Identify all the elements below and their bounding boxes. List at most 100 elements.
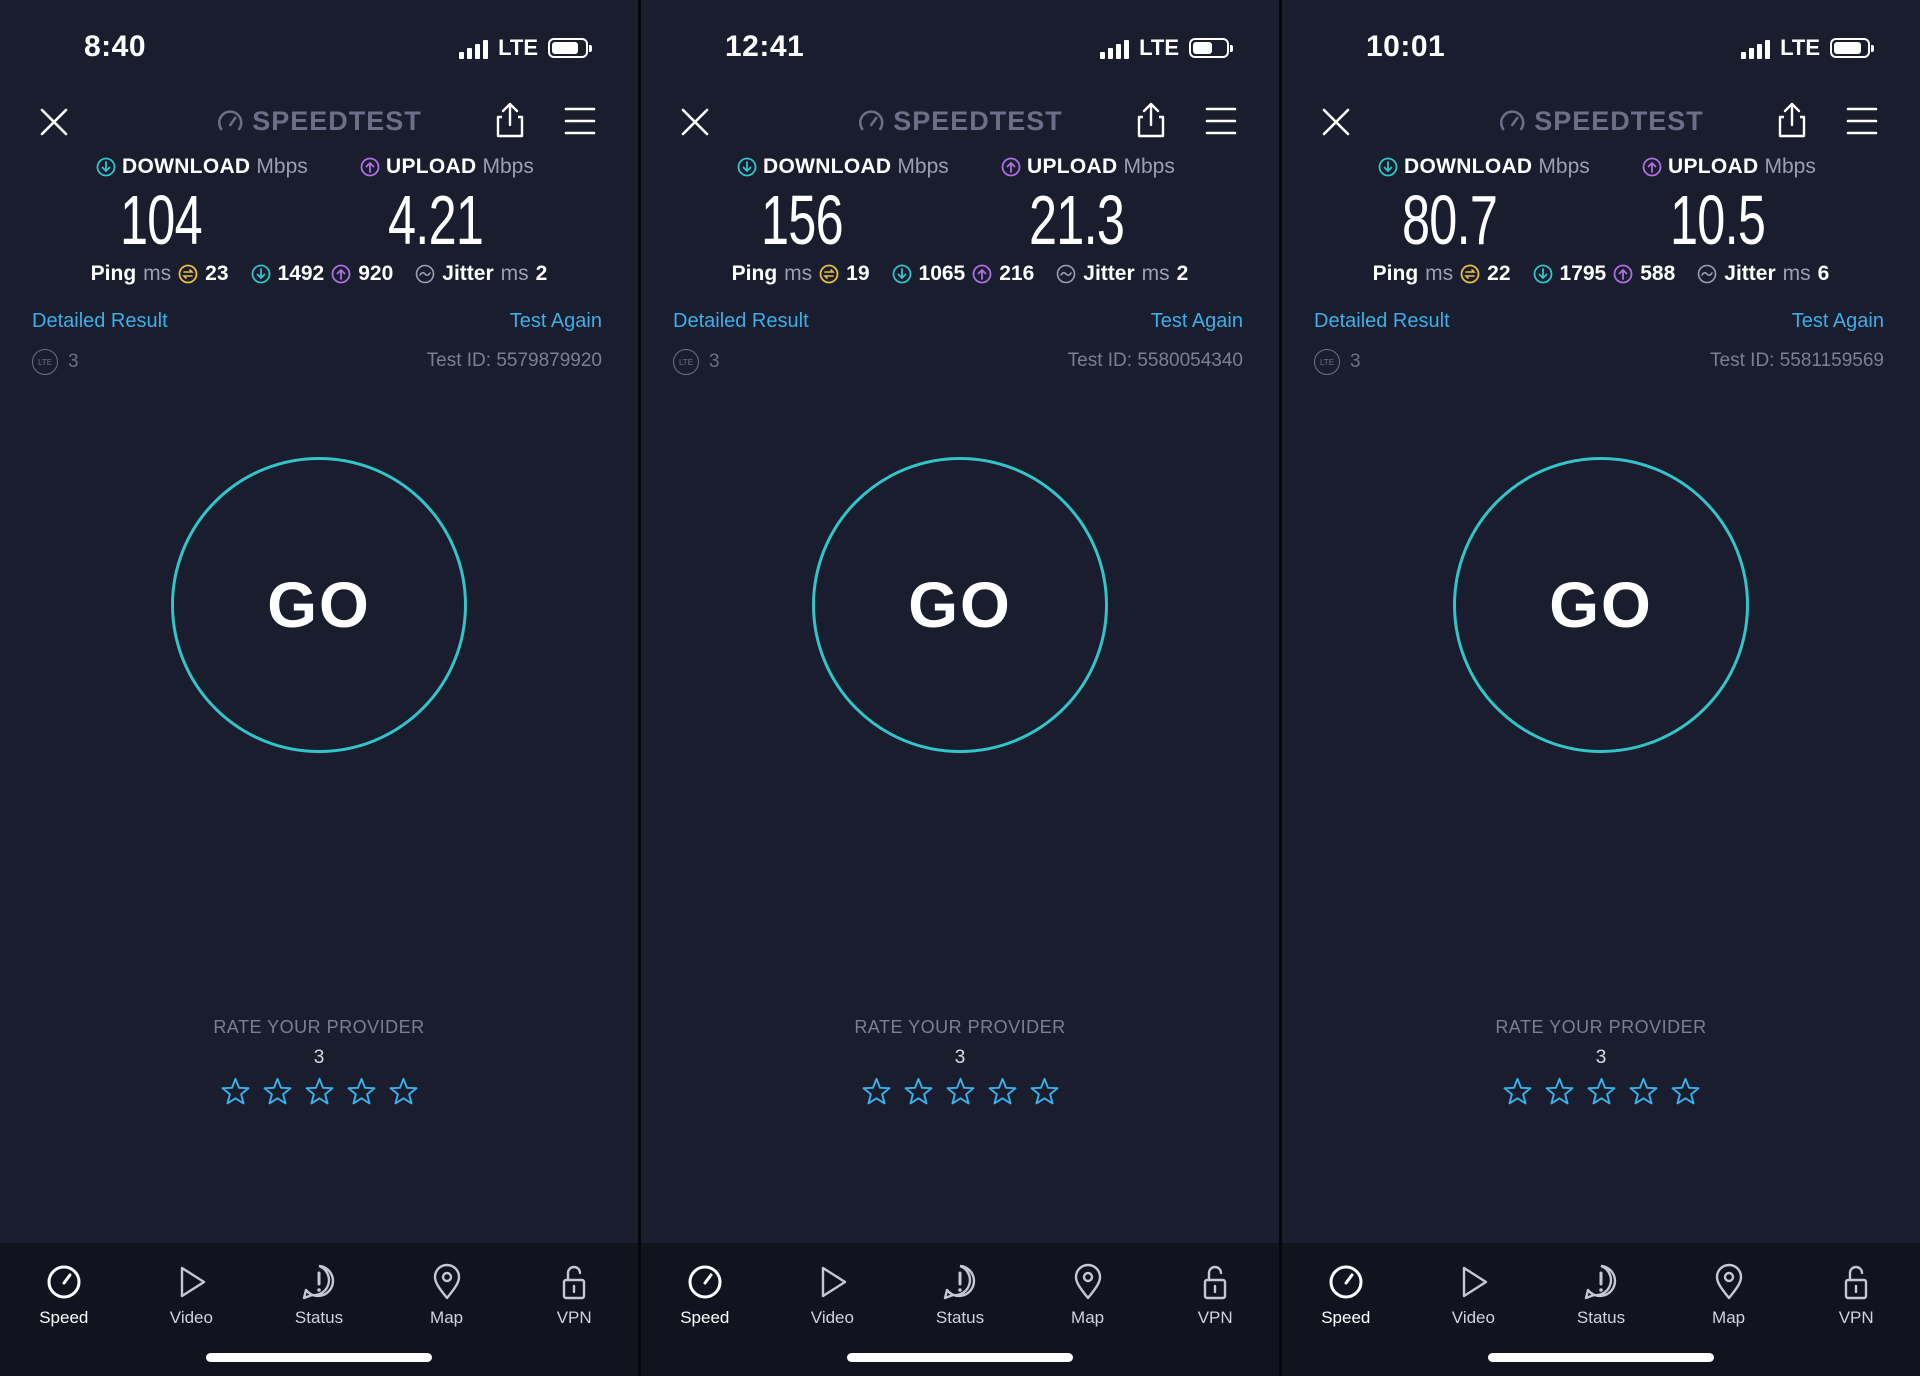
bottom-tab-bar: Speed Video Status Map VPN	[0, 1243, 638, 1376]
rate-provider-title: RATE YOUR PROVIDER	[854, 1017, 1066, 1037]
detailed-result-link[interactable]: Detailed Result	[32, 310, 168, 333]
home-indicator[interactable]	[847, 1353, 1073, 1362]
star-icon[interactable]	[1029, 1076, 1060, 1107]
home-indicator[interactable]	[1488, 1353, 1714, 1362]
jitter-value: 2	[1176, 262, 1189, 285]
star-icon[interactable]	[945, 1076, 976, 1107]
upload-icon	[1001, 157, 1021, 177]
home-indicator[interactable]	[206, 1353, 432, 1362]
star-icon[interactable]	[1670, 1076, 1701, 1107]
download-unit: Mbps	[256, 155, 308, 178]
tab-video[interactable]: Video	[777, 1263, 887, 1328]
detailed-result-link[interactable]: Detailed Result	[1314, 310, 1450, 333]
speedometer-icon	[47, 1265, 81, 1299]
test-again-link[interactable]: Test Again	[1151, 310, 1243, 333]
star-icon[interactable]	[861, 1076, 892, 1107]
test-again-link[interactable]: Test Again	[510, 310, 602, 333]
tab-map[interactable]: Map	[1674, 1263, 1784, 1328]
bottom-tab-bar: Speed Video Status Map VPN	[1282, 1243, 1920, 1376]
tab-vpn[interactable]: VPN	[1160, 1263, 1270, 1328]
share-icon[interactable]	[1133, 100, 1169, 140]
star-icon[interactable]	[1586, 1076, 1617, 1107]
tab-speed[interactable]: Speed	[9, 1263, 119, 1328]
star-icon[interactable]	[304, 1076, 335, 1107]
ping-upload-icon	[1613, 264, 1633, 284]
play-icon	[1463, 1266, 1488, 1298]
tab-vpn-label: VPN	[556, 1308, 592, 1327]
ping-icon	[178, 264, 198, 284]
phone-screen-2: 12:41 LTE SPEEDTEST DOWNLOAD Mbps UPLOAD	[641, 0, 1279, 1376]
download-header: DOWNLOAD Mbps	[737, 155, 949, 179]
tab-speed[interactable]: Speed	[650, 1263, 760, 1328]
ping-unit: ms	[1425, 262, 1454, 285]
jitter-icon	[1697, 264, 1717, 284]
rate-provider-name: 3	[954, 1047, 966, 1068]
tab-vpn-label: VPN	[1838, 1308, 1874, 1327]
tab-video-label: Video	[1451, 1308, 1495, 1327]
tab-video[interactable]: Video	[1418, 1263, 1528, 1328]
tab-status[interactable]: Status	[264, 1263, 374, 1328]
close-icon[interactable]	[677, 104, 713, 140]
tab-map[interactable]: Map	[1033, 1263, 1143, 1328]
signal-icon	[1100, 37, 1130, 59]
star-icon[interactable]	[1628, 1076, 1659, 1107]
jitter-unit: ms	[500, 262, 529, 285]
download-header: DOWNLOAD Mbps	[96, 155, 308, 179]
share-icon[interactable]	[1774, 100, 1810, 140]
ping-download-icon	[892, 264, 911, 284]
close-icon[interactable]	[1318, 104, 1354, 140]
tab-vpn[interactable]: VPN	[1801, 1263, 1911, 1328]
menu-icon[interactable]	[1844, 106, 1880, 136]
tab-status[interactable]: Status	[905, 1263, 1015, 1328]
tab-vpn[interactable]: VPN	[519, 1263, 629, 1328]
star-icon[interactable]	[987, 1076, 1018, 1107]
ping-value: 23	[205, 262, 229, 285]
test-id: Test ID: 5579879920	[426, 350, 602, 371]
ping-upload-value: 588	[1640, 262, 1676, 285]
detailed-result-link[interactable]: Detailed Result	[673, 310, 809, 333]
star-icon[interactable]	[346, 1076, 377, 1107]
jitter-value: 6	[1817, 262, 1830, 285]
menu-icon[interactable]	[1203, 106, 1239, 136]
go-button[interactable]: GO	[171, 457, 467, 753]
tab-map[interactable]: Map	[392, 1263, 502, 1328]
play-icon	[822, 1266, 847, 1298]
phone-screen-1: 8:40 LTE SPEEDTEST DOWNLOAD Mbps UPLOAD	[0, 0, 638, 1376]
tab-vpn-label: VPN	[1197, 1308, 1233, 1327]
close-icon[interactable]	[36, 104, 72, 140]
jitter-unit: ms	[1782, 262, 1811, 285]
ping-unit: ms	[784, 262, 813, 285]
upload-header: UPLOAD Mbps	[360, 155, 534, 179]
tab-status[interactable]: Status	[1546, 1263, 1656, 1328]
app-header: SPEEDTEST	[0, 100, 638, 144]
go-button[interactable]: GO	[1453, 457, 1749, 753]
star-icon[interactable]	[262, 1076, 293, 1107]
ping-unit: ms	[143, 262, 172, 285]
download-value: 80.7	[1402, 181, 1498, 259]
jitter-icon	[415, 264, 435, 284]
tab-status-label: Status	[1576, 1308, 1626, 1327]
bottom-tab-bar: Speed Video Status Map VPN	[641, 1243, 1279, 1376]
test-again-link[interactable]: Test Again	[1792, 310, 1884, 333]
star-icon[interactable]	[1544, 1076, 1575, 1107]
ping-value: 19	[846, 262, 870, 285]
ping-label: Ping	[90, 262, 137, 285]
menu-icon[interactable]	[562, 106, 598, 136]
ping-upload-icon	[331, 264, 351, 284]
upload-unit: Mbps	[1123, 155, 1175, 178]
star-icon[interactable]	[1502, 1076, 1533, 1107]
unlock-icon	[1203, 1265, 1227, 1300]
go-label: GO	[267, 569, 371, 641]
tab-speed[interactable]: Speed	[1291, 1263, 1401, 1328]
star-icon[interactable]	[903, 1076, 934, 1107]
star-icon[interactable]	[388, 1076, 419, 1107]
share-icon[interactable]	[492, 100, 528, 140]
jitter-value: 2	[535, 262, 548, 285]
rating-stars	[1282, 1076, 1920, 1107]
download-label: DOWNLOAD	[122, 155, 251, 178]
star-icon[interactable]	[220, 1076, 251, 1107]
status-indicators: LTE	[1100, 34, 1233, 62]
tab-video[interactable]: Video	[136, 1263, 246, 1328]
unlock-icon	[1844, 1265, 1868, 1300]
go-button[interactable]: GO	[812, 457, 1108, 753]
